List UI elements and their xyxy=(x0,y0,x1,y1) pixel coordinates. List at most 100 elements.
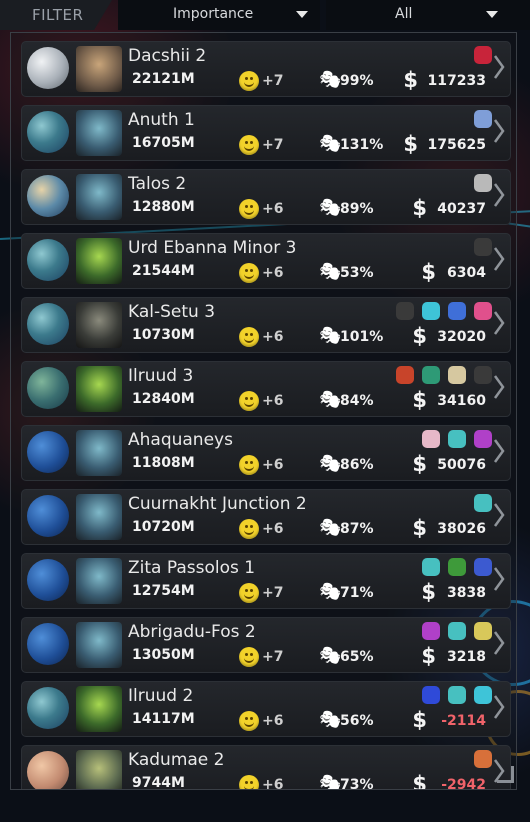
red-flower-icon xyxy=(396,366,414,384)
credits-value: 6304 xyxy=(447,265,486,281)
sort-dropdown[interactable]: Importance xyxy=(118,0,320,30)
population-value: 12880M xyxy=(132,199,195,215)
horned-alien-portrait xyxy=(76,46,122,92)
planet-name: Urd Ebanna Minor 3 xyxy=(128,238,297,258)
credits-icon: $ xyxy=(403,68,418,92)
happiness-value: +7 xyxy=(262,137,284,153)
planet-row[interactable]: Kadumae 2 9744M +6 🎭 73% -2942 $ xyxy=(21,745,511,790)
credits-icon: $ xyxy=(421,260,436,284)
happiness-face-icon xyxy=(239,327,259,347)
population-value: 16705M xyxy=(132,135,195,151)
filter-tab[interactable]: FILTER xyxy=(0,0,112,30)
credits-icon: $ xyxy=(421,580,436,604)
green-plant-icon xyxy=(448,558,466,576)
credits-value: -2942 xyxy=(441,777,486,790)
chevron-right-icon[interactable] xyxy=(492,245,506,273)
planet-row[interactable]: Ahaquaneys 11808M +6 🎭 86% 50076 $ xyxy=(21,425,511,481)
approval-value: 87% xyxy=(340,521,374,537)
scope-dropdown[interactable]: All xyxy=(326,0,530,30)
pink-potion-icon xyxy=(474,302,492,320)
credits-value: 3838 xyxy=(447,585,486,601)
green-insect-portrait xyxy=(76,686,122,732)
planet-row[interactable]: Cuurnakht Junction 2 10720M +6 🎭 87% 38026 $ xyxy=(21,489,511,545)
chevron-right-icon[interactable] xyxy=(492,117,506,145)
planet-row[interactable]: Zita Passolos 1 12754M +7 🎭 71% 3838 $ xyxy=(21,553,511,609)
theater-masks-icon: 🎭 xyxy=(319,773,342,790)
population-value: 13050M xyxy=(132,647,195,663)
chevron-right-icon[interactable] xyxy=(492,693,506,721)
credits-value: 34160 xyxy=(437,393,486,409)
credits-icon: $ xyxy=(412,516,427,540)
theater-masks-icon: 🎭 xyxy=(319,581,342,602)
happiness-face-icon xyxy=(239,135,259,155)
theater-masks-icon: 🎭 xyxy=(319,517,342,538)
blue-alien-portrait xyxy=(76,622,122,668)
chevron-right-icon[interactable] xyxy=(492,309,506,337)
chevron-right-icon[interactable] xyxy=(492,629,506,657)
happiness-face-icon xyxy=(239,519,259,539)
beige-crate-icon xyxy=(448,366,466,384)
happiness-value: +6 xyxy=(262,777,284,790)
credits-value: 3218 xyxy=(447,649,486,665)
theater-masks-icon: 🎭 xyxy=(319,325,342,346)
planet-name: Cuurnakht Junction 2 xyxy=(128,494,307,514)
chevron-right-icon[interactable] xyxy=(492,373,506,401)
planet-globe-icon xyxy=(27,495,69,537)
chevron-right-icon[interactable] xyxy=(492,501,506,529)
planet-row[interactable]: Kal-Setu 3 10730M +6 🎭 101% 32020 $ xyxy=(21,297,511,353)
planet-row[interactable]: Talos 2 12880M +6 🎭 89% 40237 $ xyxy=(21,169,511,225)
credits-icon: $ xyxy=(412,196,427,220)
planet-row[interactable]: Dacshii 2 22121M +7 🎭 99% 117233 $ xyxy=(21,41,511,97)
planet-row[interactable]: Ilruud 3 12840M +6 🎭 84% 34160 $ xyxy=(21,361,511,417)
teal-spores-icon xyxy=(448,622,466,640)
population-value: 12840M xyxy=(132,391,195,407)
cyan-spheres-icon xyxy=(474,686,492,704)
chevron-right-icon[interactable] xyxy=(492,181,506,209)
happiness-face-icon xyxy=(239,263,259,283)
happiness-value: +6 xyxy=(262,457,284,473)
green-insect-portrait xyxy=(76,366,122,412)
happiness-face-icon xyxy=(239,71,259,91)
chevron-right-icon[interactable] xyxy=(492,53,506,81)
theater-masks-icon: 🎭 xyxy=(319,645,342,666)
planet-globe-icon xyxy=(27,111,69,153)
blue-crystal-icon xyxy=(474,110,492,128)
chevron-right-icon[interactable] xyxy=(492,437,506,465)
credits-icon: $ xyxy=(403,132,418,156)
credits-icon: $ xyxy=(412,452,427,476)
planet-name: Zita Passolos 1 xyxy=(128,558,256,578)
theater-masks-icon: 🎭 xyxy=(319,197,342,218)
blue-alien-portrait xyxy=(76,430,122,476)
chevron-right-icon[interactable] xyxy=(492,565,506,593)
approval-value: 86% xyxy=(340,457,374,473)
teal-spores-icon xyxy=(474,494,492,512)
happiness-face-icon xyxy=(239,583,259,603)
planet-row[interactable]: Anuth 1 16705M +7 🎭 131% 175625 $ xyxy=(21,105,511,161)
filter-bar: FILTER Importance All xyxy=(0,0,530,30)
population-value: 12754M xyxy=(132,583,195,599)
armored-alien-portrait xyxy=(76,302,122,348)
population-value: 10720M xyxy=(132,519,195,535)
planet-globe-icon xyxy=(27,751,69,789)
approval-value: 99% xyxy=(340,73,374,89)
happiness-face-icon xyxy=(239,711,259,731)
population-value: 14117M xyxy=(132,711,195,727)
planet-row[interactable]: Abrigadu-Fos 2 13050M +7 🎭 65% 3218 $ xyxy=(21,617,511,673)
credits-value: 32020 xyxy=(437,329,486,345)
planet-list-panel[interactable]: Dacshii 2 22121M +7 🎭 99% 117233 $ Anuth 1 16705… xyxy=(10,32,517,790)
planet-row[interactable]: Ilruud 2 14117M +6 🎭 56% -2114 $ xyxy=(21,681,511,737)
planet-name: Anuth 1 xyxy=(128,110,195,130)
resize-handle[interactable] xyxy=(497,766,514,783)
planet-row[interactable]: Urd Ebanna Minor 3 21544M +6 🎭 53% 6304 $ xyxy=(21,233,511,289)
theater-masks-icon: 🎭 xyxy=(319,261,342,282)
credits-value: 50076 xyxy=(437,457,486,473)
population-value: 11808M xyxy=(132,455,195,471)
happiness-value: +7 xyxy=(262,73,284,89)
cyan-spheres-icon xyxy=(422,302,440,320)
approval-value: 131% xyxy=(340,137,384,153)
credits-icon: $ xyxy=(412,772,427,790)
filter-label: FILTER xyxy=(32,6,84,24)
green-insect-portrait xyxy=(76,238,122,284)
population-value: 10730M xyxy=(132,327,195,343)
credits-icon: $ xyxy=(412,388,427,412)
